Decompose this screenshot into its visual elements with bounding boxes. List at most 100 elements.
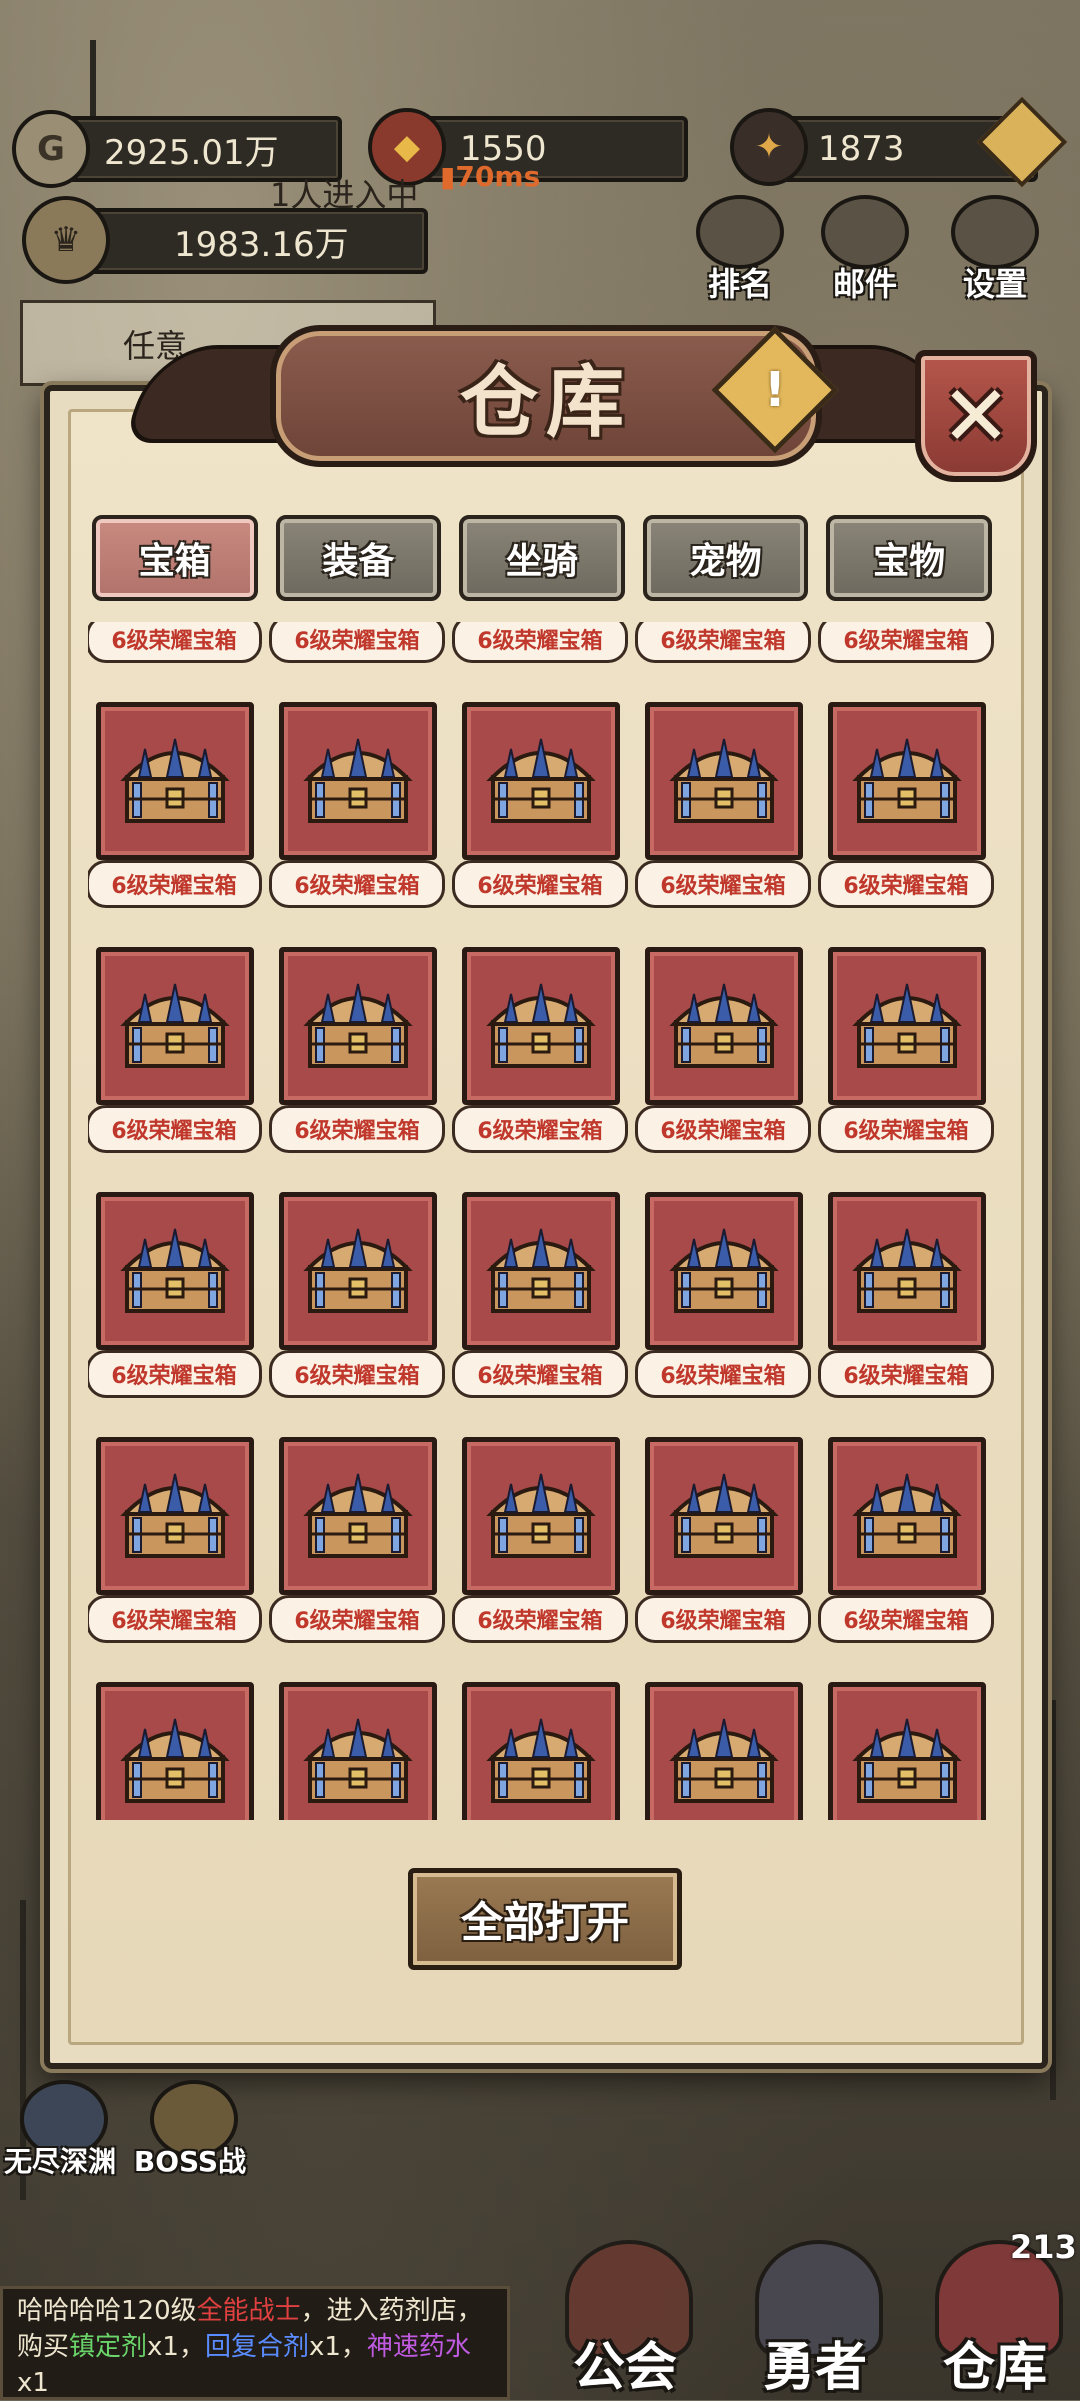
item-name-label: 6级荣耀宝箱 xyxy=(269,1595,445,1643)
inventory-slot[interactable]: 6级荣耀宝箱 xyxy=(269,1437,445,1665)
inventory-slot[interactable]: 6级荣耀宝箱 xyxy=(88,702,262,930)
ranking-icon xyxy=(696,195,784,269)
inventory-slot[interactable]: 6级荣耀宝箱 xyxy=(452,1437,628,1665)
item-frame xyxy=(462,1192,620,1350)
nav-hero-label: 勇者 xyxy=(762,2338,867,2398)
inventory-slot[interactable]: 6级荣耀宝箱 xyxy=(635,622,811,685)
inventory-slot[interactable]: 6级荣耀宝箱 xyxy=(818,1437,994,1665)
queue-text: 1人进入中 xyxy=(270,176,419,214)
nav-hero[interactable]: 勇者 xyxy=(730,2240,900,2400)
item-frame xyxy=(828,1682,986,1820)
mail-label: 邮件 xyxy=(832,265,897,303)
tab-treasures[interactable]: 宝物 xyxy=(826,515,992,601)
item-frame xyxy=(828,947,986,1105)
item-name-label: 6级荣耀宝箱 xyxy=(88,1595,262,1643)
treasure-chest-icon xyxy=(303,1718,413,1803)
gear-icon xyxy=(951,195,1039,269)
inventory-slot[interactable]: 6级荣耀宝箱 xyxy=(88,1437,262,1665)
endless-abyss-button[interactable]: 无尽深渊 xyxy=(0,2080,120,2180)
item-name-label: 6级荣耀宝箱 xyxy=(635,622,811,663)
treasure-chest-icon xyxy=(852,738,962,823)
inventory-slot[interactable]: 6级荣耀宝箱 xyxy=(88,947,262,1175)
item-name-label: 6级荣耀宝箱 xyxy=(818,860,994,908)
item-name-label: 6级荣耀宝箱 xyxy=(818,1105,994,1153)
ping-value: 70ms xyxy=(455,160,541,193)
nav-guild-label: 公会 xyxy=(572,2338,677,2398)
item-name-label: 6级荣耀宝箱 xyxy=(635,1350,811,1398)
item-name-label: 6级荣耀宝箱 xyxy=(452,1595,628,1643)
item-name-label: 6级荣耀宝箱 xyxy=(269,1105,445,1153)
gold-amount: 2925.01万 xyxy=(104,132,279,173)
treasure-chest-icon xyxy=(303,983,413,1068)
inventory-slot[interactable]: 6级荣耀宝箱 xyxy=(269,702,445,930)
tab-pets[interactable]: 宠物 xyxy=(642,515,809,601)
inventory-slot[interactable]: 6级荣耀宝箱 xyxy=(820,1682,986,1820)
inventory-slot[interactable]: 6级荣耀宝箱 xyxy=(88,1682,254,1820)
item-frame xyxy=(645,947,803,1105)
chat-item: 神速药水 xyxy=(366,2332,471,2362)
inventory-slot[interactable]: 6级荣耀宝箱 xyxy=(637,1682,803,1820)
inventory-slot[interactable]: 6级荣耀宝箱 xyxy=(269,947,445,1175)
inventory-slot[interactable]: 6级荣耀宝箱 xyxy=(818,622,994,685)
item-frame xyxy=(462,947,620,1105)
inventory-slot[interactable]: 6级荣耀宝箱 xyxy=(454,1682,620,1820)
inventory-slot[interactable]: 6级荣耀宝箱 xyxy=(818,1192,994,1420)
open-all-button[interactable]: 全部打开 xyxy=(408,1868,682,1970)
treasure-chest-icon xyxy=(120,1718,230,1803)
item-name-label: 6级荣耀宝箱 xyxy=(635,860,811,908)
chat-text: x1， xyxy=(308,2332,367,2362)
tab-mounts[interactable]: 坐骑 xyxy=(459,515,625,601)
inventory-slot[interactable]: 6级荣耀宝箱 xyxy=(452,622,628,685)
treasure-chest-icon xyxy=(669,1228,779,1313)
chat-ticker[interactable]: 哈哈哈哈120级全能战士，进入药剂店，购买镇定剂x1，回复合剂x1，神速药水x1 xyxy=(0,2286,510,2400)
item-frame xyxy=(645,1192,803,1350)
treasure-chest-icon xyxy=(669,1473,779,1558)
chat-text: x1， xyxy=(147,2332,205,2362)
item-grid-viewport[interactable]: 6级荣耀宝箱 6级荣耀宝箱 6级荣耀宝箱 6级荣耀宝箱 6级荣耀宝箱 6级荣耀宝… xyxy=(88,622,998,1820)
inventory-slot[interactable]: 6级荣耀宝箱 xyxy=(452,702,628,930)
power-crest-icon: ♛ xyxy=(22,196,110,284)
inventory-slot[interactable]: 6级荣耀宝箱 xyxy=(818,702,994,930)
inventory-slot[interactable]: 6级荣耀宝箱 xyxy=(452,947,628,1175)
mail-button[interactable]: 邮件 xyxy=(810,195,920,305)
tab-chests[interactable]: 宝箱 xyxy=(92,515,258,601)
inventory-slot[interactable]: 6级荣耀宝箱 xyxy=(88,622,262,685)
treasure-chest-icon xyxy=(120,738,230,823)
boss-battle-button[interactable]: BOSS战 xyxy=(130,2080,250,2180)
item-frame xyxy=(462,1437,620,1595)
inventory-slot[interactable]: 6级荣耀宝箱 xyxy=(271,1682,437,1820)
item-name-label: 6级荣耀宝箱 xyxy=(635,1105,811,1153)
inventory-slot[interactable]: 6级荣耀宝箱 xyxy=(635,1192,811,1420)
tab-equipment[interactable]: 装备 xyxy=(275,515,442,601)
warehouse-count-badge: 213 xyxy=(1010,2228,1077,2266)
inventory-slot[interactable]: 6级荣耀宝箱 xyxy=(269,1192,445,1420)
treasure-chest-icon xyxy=(852,983,962,1068)
power-bar: 1983.16万 xyxy=(60,208,428,274)
inventory-slot[interactable]: 6级荣耀宝箱 xyxy=(269,622,445,685)
treasure-chest-icon xyxy=(669,983,779,1068)
close-icon: ✕ xyxy=(940,367,1012,465)
inventory-slot[interactable]: 6级荣耀宝箱 xyxy=(635,1437,811,1665)
inventory-slot[interactable]: 6级荣耀宝箱 xyxy=(635,947,811,1175)
item-name-label: 6级荣耀宝箱 xyxy=(88,622,262,663)
settings-button[interactable]: 设置 xyxy=(940,195,1050,305)
inventory-slot[interactable]: 6级荣耀宝箱 xyxy=(635,702,811,930)
dead-tree xyxy=(1050,1700,1056,2100)
item-name-label: 6级荣耀宝箱 xyxy=(452,1105,628,1153)
treasure-chest-icon xyxy=(303,1228,413,1313)
treasure-chest-icon xyxy=(486,1718,596,1803)
inventory-slot[interactable]: 6级荣耀宝箱 xyxy=(88,1192,262,1420)
inventory-slot[interactable]: 6级荣耀宝箱 xyxy=(818,947,994,1175)
inventory-slot[interactable]: 6级荣耀宝箱 xyxy=(452,1192,628,1420)
close-button[interactable]: ✕ xyxy=(915,350,1037,482)
nav-guild[interactable]: 公会 xyxy=(540,2240,710,2400)
item-name-label: 6级荣耀宝箱 xyxy=(269,1350,445,1398)
energy-orb-icon: ✦ xyxy=(730,108,808,186)
item-name-label: 6级荣耀宝箱 xyxy=(452,622,628,663)
ranking-button[interactable]: 排名 xyxy=(685,195,795,305)
exclamation-icon: ! xyxy=(764,361,786,418)
item-frame xyxy=(279,702,437,860)
treasure-chest-icon xyxy=(486,738,596,823)
item-frame xyxy=(279,947,437,1105)
treasure-chest-icon xyxy=(120,1473,230,1558)
